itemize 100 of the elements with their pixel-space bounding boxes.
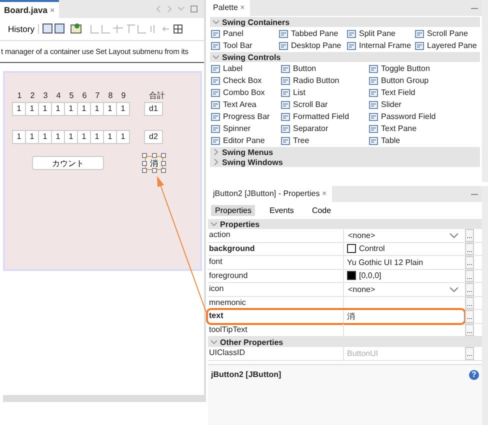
number-field[interactable]: 1 (77, 130, 91, 144)
component-icon (369, 112, 378, 120)
section-header[interactable]: Swing Controls (210, 52, 480, 62)
property-value[interactable]: 消 (347, 310, 355, 322)
palette-item[interactable]: Combo Box (211, 87, 281, 98)
property-name: icon (208, 283, 344, 296)
number-field[interactable]: 1 (25, 102, 39, 116)
number-field[interactable]: 1 (12, 130, 26, 144)
palette-item[interactable]: Toggle Button (369, 63, 480, 74)
number-field[interactable]: 1 (38, 102, 52, 116)
column-label: 8 (107, 90, 114, 100)
number-field[interactable]: 1 (90, 130, 104, 144)
help-icon[interactable]: ? (469, 370, 479, 380)
palette-item[interactable]: Check Box (211, 75, 281, 86)
palette-item[interactable]: Slider (369, 99, 480, 110)
palette-item[interactable]: Desktop Pane (279, 40, 347, 51)
section-header[interactable]: Swing Windows (210, 157, 480, 167)
column-label: 9 (120, 90, 127, 100)
palette-item[interactable]: List (281, 87, 369, 98)
palette-item[interactable]: Layered Pane (415, 40, 480, 51)
palette-item[interactable]: Scroll Bar (281, 99, 369, 110)
chevron-icon[interactable] (211, 221, 217, 227)
property-value[interactable]: [0,0,0] (359, 271, 382, 280)
component-icon (281, 100, 290, 108)
group-header[interactable]: Properties (208, 219, 482, 229)
section-header[interactable]: Swing Containers (210, 17, 480, 27)
property-name: toolTipText (208, 324, 344, 336)
properties-view-tab[interactable]: jButton2 [JButton] - Properties × (208, 186, 332, 202)
component-icon (369, 64, 378, 72)
group-header[interactable]: Other Properties (208, 337, 482, 347)
component-icon (415, 30, 424, 38)
number-field[interactable]: 1 (38, 130, 52, 144)
component-icon (281, 76, 290, 84)
number-field[interactable]: 1 (12, 102, 26, 116)
component-icon (211, 112, 220, 120)
chevron-icon[interactable] (211, 339, 217, 345)
number-field[interactable]: 1 (116, 130, 130, 144)
property-name: UIClassID (208, 347, 344, 360)
component-icon (369, 88, 378, 96)
palette-item[interactable]: Tabbed Pane (279, 28, 347, 39)
column-label: 4 (55, 90, 62, 100)
chevron-icon[interactable] (213, 54, 219, 60)
count-button[interactable]: カウント (32, 156, 104, 170)
palette-item[interactable]: Tree (281, 135, 369, 146)
properties-tab[interactable]: Code (308, 205, 336, 216)
palette-item[interactable]: Scroll Pane (415, 28, 480, 39)
palette-item[interactable]: Text Field (369, 87, 480, 98)
number-field[interactable]: 1 (51, 130, 65, 144)
palette-item[interactable]: Split Pane (347, 28, 415, 39)
property-value[interactable]: <none> (347, 284, 447, 294)
palette-item[interactable]: Text Pane (369, 123, 480, 134)
editor-tab[interactable]: Board.java × (0, 0, 59, 18)
palette-item[interactable]: Editor Pane (211, 135, 281, 146)
property-name: action (208, 229, 344, 242)
property-name: foreground (208, 270, 344, 282)
palette-item[interactable]: Table (369, 135, 480, 146)
component-icon (211, 88, 220, 96)
scrollbar[interactable] (3, 395, 204, 402)
number-field[interactable]: 1 (64, 130, 78, 144)
palette-item[interactable]: Button Group (369, 75, 480, 86)
number-field[interactable]: 1 (77, 102, 91, 116)
properties-tab[interactable]: Events (265, 205, 298, 216)
property-value[interactable]: Yu Gothic UI 12 Plain (347, 258, 424, 267)
palette-item[interactable]: Formatted Field (281, 111, 369, 122)
history-tab[interactable]: History (4, 24, 40, 34)
palette-item[interactable]: Button (281, 63, 369, 74)
property-value[interactable]: Control (359, 244, 385, 254)
properties-tab[interactable]: Properties (211, 205, 256, 216)
palette-item[interactable]: Radio Button (281, 75, 369, 86)
number-field[interactable]: 1 (51, 102, 65, 116)
column-label: 7 (94, 90, 101, 100)
number-field[interactable]: 1 (90, 102, 104, 116)
component-icon (347, 30, 356, 38)
dropdown-icon[interactable] (450, 232, 458, 238)
chevron-icon[interactable] (213, 19, 219, 25)
palette-item[interactable]: Internal Frame (347, 40, 415, 51)
navigation-icon[interactable] (156, 5, 200, 13)
palette-item[interactable]: Spinner (211, 123, 281, 134)
number-field[interactable]: 1 (103, 102, 117, 116)
palette-item[interactable]: Tool Bar (211, 40, 279, 51)
palette-item[interactable]: Panel (211, 28, 279, 39)
column-label: 3 (42, 90, 49, 100)
dropdown-icon[interactable] (450, 286, 458, 292)
palette-item[interactable]: Separator (281, 123, 369, 134)
component-icon (281, 124, 290, 132)
palette-item[interactable]: Text Area (211, 99, 281, 110)
number-field[interactable]: 1 (103, 130, 117, 144)
number-field[interactable]: 1 (25, 130, 39, 144)
property-name: mnemonic (208, 296, 344, 309)
component-icon (211, 100, 220, 108)
number-field[interactable]: 1 (64, 102, 78, 116)
palette-item[interactable]: Label (211, 63, 281, 74)
component-name: jButton2 [JButton] (211, 370, 282, 378)
result-label: d2 (144, 130, 163, 144)
palette-item[interactable]: Password Field (369, 111, 480, 122)
palette-item[interactable]: Progress Bar (211, 111, 281, 122)
palette-tab[interactable]: Palette × (208, 0, 250, 16)
number-field[interactable]: 1 (116, 102, 130, 116)
property-value[interactable]: <none> (347, 230, 447, 240)
section-header[interactable]: Swing Menus (210, 147, 480, 157)
